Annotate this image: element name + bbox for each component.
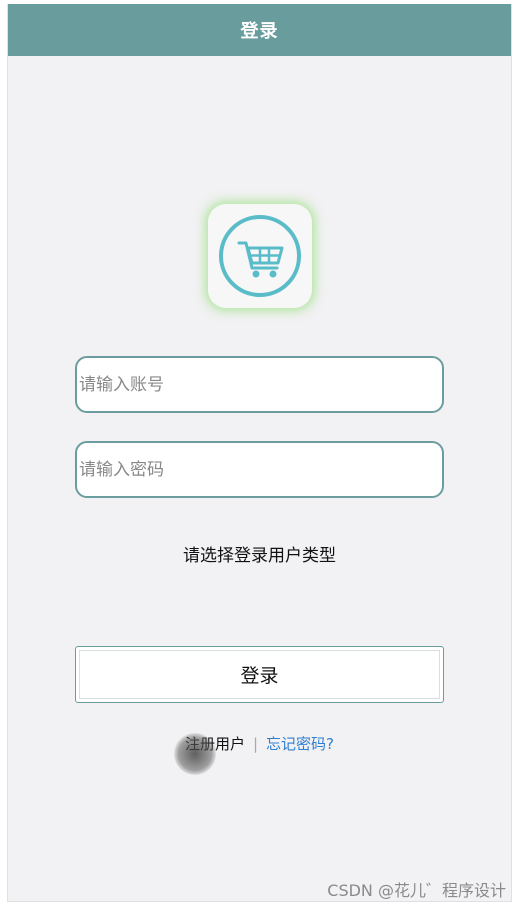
password-input[interactable] <box>75 441 444 498</box>
shopping-cart-icon <box>219 215 301 297</box>
page-title: 登录 <box>240 21 279 42</box>
forgot-password-link[interactable]: 忘记密码? <box>266 733 334 754</box>
header-bar: 登录 <box>8 4 511 56</box>
login-button[interactable]: 登录 <box>75 646 444 703</box>
user-type-selector[interactable]: 请选择登录用户类型 <box>8 541 511 566</box>
auth-links: 注册用户 | 忘记密码? <box>8 733 511 754</box>
register-link[interactable]: 注册用户 <box>185 733 245 754</box>
account-input[interactable] <box>75 356 444 413</box>
link-separator: | <box>252 734 259 753</box>
watermark: CSDN @花儿゛程序设计 <box>327 881 506 900</box>
app-logo <box>208 204 312 308</box>
app-screen: 登录 请选择登录用户类型 登录 注册用户 | 忘记密码? <box>7 4 512 902</box>
